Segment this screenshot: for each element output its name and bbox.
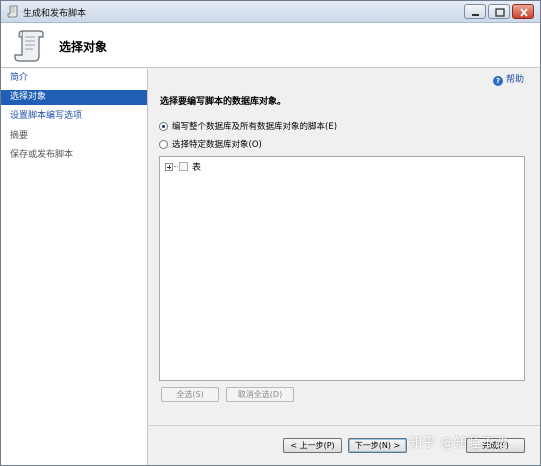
footer-divider <box>149 425 540 426</box>
help-label: 帮助 <box>506 75 525 85</box>
minimize-button[interactable] <box>464 4 486 19</box>
deselect-all-button[interactable]: 取消全选(D) <box>226 387 294 402</box>
option-entire-database[interactable]: 编写整个数据库及所有数据库对象的脚本(E) <box>159 120 337 132</box>
page-title: 选择对象 <box>59 40 108 54</box>
nav-item-save-publish: 保存或发布脚本 <box>10 150 74 160</box>
next-button[interactable]: 下一步(N) > <box>348 438 407 453</box>
nav-item-summary: 摘要 <box>10 131 29 141</box>
nav-item-intro[interactable]: 简介 <box>1 71 147 86</box>
content-pane: ? 帮助 选择要编写脚本的数据库对象。 编写整个数据库及所有数据库对象的脚本(E)… <box>149 69 540 465</box>
dialog-window: 生成和发布脚本 选择对象 简介 选择对象 设置脚本编写选项 摘要 保存或发布脚本… <box>0 0 541 466</box>
option-label: 编写整个数据库及所有数据库对象的脚本(E) <box>172 122 338 132</box>
maximize-button[interactable] <box>488 4 510 19</box>
tree-node-tables[interactable]: 表 <box>165 160 201 173</box>
option-label: 选择特定数据库对象(O) <box>172 140 262 150</box>
wizard-nav: 简介 选择对象 设置脚本编写选项 摘要 保存或发布脚本 <box>1 69 148 465</box>
option-specific-objects[interactable]: 选择特定数据库对象(O) <box>159 138 262 150</box>
tree-node-label: 表 <box>192 163 202 173</box>
minimize-icon <box>472 14 479 16</box>
checkbox[interactable] <box>179 162 188 171</box>
radio-button[interactable] <box>159 121 168 131</box>
help-icon: ? <box>493 76 503 86</box>
window-title: 生成和发布脚本 <box>23 9 87 19</box>
radio-button[interactable] <box>159 139 168 149</box>
watermark: 知乎 @知睡不改 <box>409 436 509 451</box>
nav-item-scripting-options[interactable]: 设置脚本编写选项 <box>1 109 147 124</box>
close-button[interactable] <box>512 4 534 19</box>
maximize-icon <box>495 8 505 17</box>
tree-connector <box>174 166 178 167</box>
previous-button[interactable]: < 上一步(P) <box>283 438 342 453</box>
object-tree[interactable]: 表 <box>159 156 525 381</box>
select-all-button[interactable]: 全选(S) <box>161 387 219 402</box>
scroll-icon <box>7 5 18 18</box>
page-header: 选择对象 <box>1 23 540 68</box>
title-bar[interactable]: 生成和发布脚本 <box>1 1 540 23</box>
nav-item-select-objects[interactable]: 选择对象 <box>1 90 147 105</box>
help-link[interactable]: ? 帮助 <box>493 72 524 86</box>
close-icon <box>520 8 528 17</box>
expand-icon[interactable] <box>165 162 173 171</box>
instruction-text: 选择要编写脚本的数据库对象。 <box>160 97 287 107</box>
scroll-icon <box>14 30 44 62</box>
